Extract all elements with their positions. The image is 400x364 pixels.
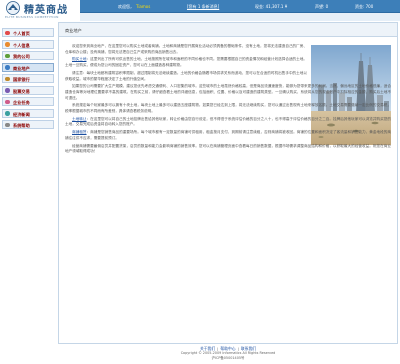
sidebar-item-8[interactable]: 经济新闻 [2,108,54,118]
article-paragraph: 请注意：每块土地都有建筑容积率限制，超过限制将无法继续建造。土地的价格会随着市场… [65,71,307,82]
sidebar-item-label: 个人首页 [13,31,30,36]
sidebar-item-label: 企业任务 [13,100,30,105]
paragraph-text: 如果您的公司需要扩大生产规模，建议您优先考虑交通便利、人口密集的城市。这些城市的… [65,84,391,100]
paragraph-text: 欢迎您来到商业地产，在这里您可以购买土地或者商铺。土地和商铺是您开展商业活动必须… [65,44,307,54]
article-body: 欢迎您来到商业地产，在这里您可以购买土地或者商铺。土地和商铺是您开展商业活动必须… [65,44,391,157]
header: 精英商战 ELITE BUSINESS COMPETITION 欢迎您， Tia… [0,0,400,22]
site-title: 精英商战 [24,5,68,16]
article-paragraph: 购买土地：这里列出了所有可供出售的土地，土地按照所在城市和面积的不同价格也不同。… [65,57,307,68]
menu-bullet-icon [5,76,10,81]
cash-value: 现金: 41,307.1 ¥ [255,4,288,9]
paragraph-text: ：这里列出了所有可供出售的土地，土地按照所在城市和面积的不同价格也不同。您需要根… [65,57,308,68]
sidebar-item-label: 国家银行 [13,77,30,82]
sidebar: 个人首页个人信息我的公司商业地产国家银行股票交易企业任务经济新闻系统帮助 [0,22,56,364]
menu-bullet-icon [5,42,10,47]
sidebar-item-label: 我的公司 [13,54,30,59]
sidebar-item-label: 个人信息 [13,42,30,48]
menu-bullet-icon [5,88,10,93]
sidebar-item-1[interactable]: 个人首页 [2,28,54,37]
assets-value: 资金: 700 [355,4,374,9]
sidebar-item-7[interactable]: 企业任务 [2,97,54,106]
menu-bullet-icon [5,30,10,35]
sidebar-menu: 个人首页个人信息我的公司商业地产国家银行股票交易企业任务经济新闻系统帮助 [2,28,54,132]
menu-bullet-icon [5,111,10,116]
menu-bullet-icon [5,53,10,58]
paragraph-text: ：商铺是您销售商品的重要场所。每个城市都有一定数量的商铺可供租用，租金按月支付，… [65,130,392,140]
logo-emblem-icon [6,1,20,15]
menu-bullet-icon [5,99,10,104]
site-logo[interactable]: 精英商战 ELITE BUSINESS COMPETITION [2,0,80,22]
icp-license-text: 沪ICP备05001405号 [211,355,245,360]
article-paragraph: 如果您的公司需要扩大生产规模，建议您优先考虑交通便利、人口密集的城市。这些城市的… [65,84,391,101]
paragraph-text: 系统规定每个玩家最多可以拥有十块土地，每块土地上最多可以建造五座建筑物。如果您已… [65,103,391,114]
sidebar-item-5[interactable]: 国家银行 [2,74,54,83]
paragraph-text: ：在这里您可以将自己的土地挂牌出售给其他玩家，转让价格由您自行设定，但不得低于系… [65,116,392,127]
sidebar-item-9[interactable]: 系统帮助 [2,120,54,129]
footer: 关于我们 | 帮助中心 | 联系我们 Copyright © 2005-2009 Inf… [56,346,400,364]
sidebar-item-label: 股票交易 [13,88,30,94]
article-paragraph: 系统规定每个玩家最多可以拥有十块土地，每块土地上最多可以建造五座建筑物。如果您已… [65,103,391,114]
sidebar-item-label: 商业地产 [13,65,30,71]
paragraph-link[interactable]: 商铺租赁 [72,130,87,134]
article-paragraph: 经营商铺需要雇佣店员并配置货架，店员的数量和能力会影响商铺的销售效率。您可以在商… [65,144,391,155]
sidebar-item-label: 经济新闻 [13,111,30,117]
messages-link[interactable]: [您有 1 条新消息] [187,4,219,9]
article-paragraph: 商铺租赁：商铺是您销售商品的重要场所。每个城市都有一定数量的商铺可供租用，租金按… [65,130,391,141]
page-title: 商业地产 [65,28,82,33]
sidebar-item-4[interactable]: 商业地产 [2,62,54,72]
paragraph-text: 请注意：每块土地都有建筑容积率限制，超过限制将无法继续建造。土地的价格会随着市场… [65,70,307,81]
fame-value: 声望: 0 [315,4,329,9]
menu-bullet-icon [5,65,10,70]
site-subtitle: ELITE BUSINESS COMPETITION [5,15,59,19]
paragraph-link[interactable]: 土地转让 [72,117,87,121]
welcome-text: 欢迎您， [118,4,134,9]
paragraph-link[interactable]: 购买土地 [72,57,86,61]
article-paragraph: 欢迎您来到商业地产，在这里您可以购买土地或者商铺。土地和商铺是您开展商业活动必须… [65,44,307,55]
main-panel: 商业地产 欢迎您来到商业地产，在这里您可以购买土地或者商铺。土地和商铺是您开展商… [58,22,398,344]
sidebar-item-label: 系统帮助 [13,123,30,128]
menu-bullet-icon [5,122,10,127]
breadcrumb: 商业地产 [59,23,397,37]
sidebar-item-2[interactable]: 个人信息 [2,39,54,49]
article-paragraph: 土地转让：在这里您可以将自己的土地挂牌出售给其他玩家，转让价格由您自行设定，但不… [65,117,391,128]
user-status-bar: 欢迎您， Tiamos [您有 1 条新消息] 现金: 41,307.1 ¥ 声… [80,0,400,13]
header-subbar [80,13,400,21]
paragraph-text: 经营商铺需要雇佣店员并配置货架，店员的数量和能力会影响商铺的销售效率。您可以在商… [65,143,391,154]
username: Tiamos [136,4,151,9]
sidebar-item-3[interactable]: 我的公司 [2,51,54,60]
sidebar-item-6[interactable]: 股票交易 [2,85,54,95]
